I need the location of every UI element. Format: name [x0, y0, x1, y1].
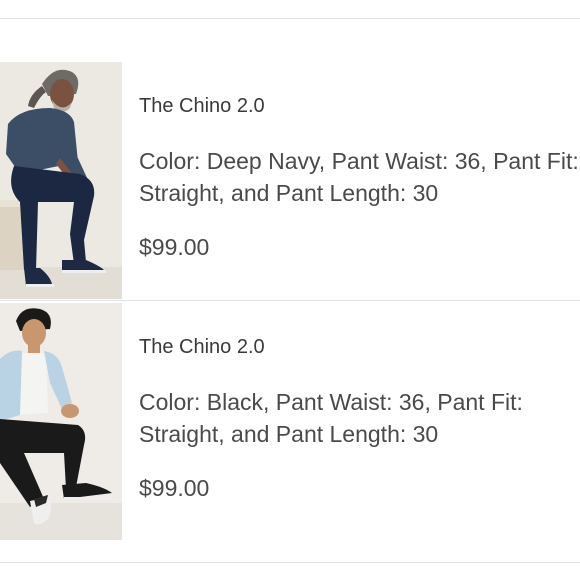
product-image[interactable]: [0, 62, 122, 299]
cart-line-item: The Chino 2.0 Color: Black, Pant Waist: …: [0, 303, 580, 540]
bottom-divider: [0, 562, 580, 563]
item-divider: [0, 300, 580, 301]
product-name[interactable]: The Chino 2.0: [139, 94, 265, 118]
product-price: $99.00: [139, 475, 210, 501]
product-variant: Color: Black, Pant Waist: 36, Pant Fit: …: [139, 389, 523, 447]
product-image[interactable]: [0, 303, 122, 540]
top-strip: [0, 0, 580, 18]
cart-line-item: The Chino 2.0 Color: Deep Navy, Pant Wai…: [0, 62, 580, 299]
top-divider: [0, 18, 580, 19]
product-variant: Color: Deep Navy, Pant Waist: 36, Pant F…: [139, 148, 579, 206]
product-name[interactable]: The Chino 2.0: [139, 335, 265, 359]
product-price: $99.00: [139, 234, 210, 260]
